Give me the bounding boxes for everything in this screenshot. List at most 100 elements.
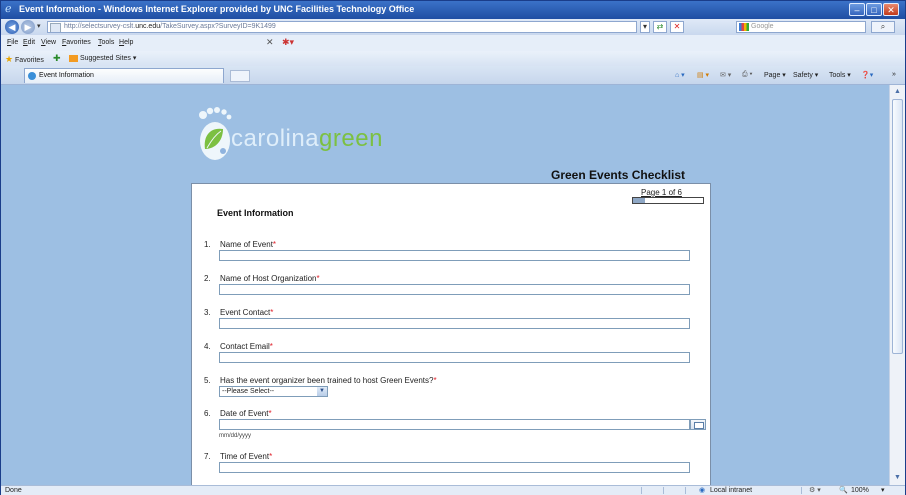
chevron-down-icon: ▼ bbox=[317, 387, 327, 396]
calendar-button[interactable] bbox=[690, 419, 706, 430]
question-text: Event Contact bbox=[220, 308, 271, 317]
vertical-scrollbar[interactable]: ▲ ▼ bbox=[889, 85, 905, 485]
question-number: 5. bbox=[204, 376, 211, 385]
intranet-icon: ◉ bbox=[699, 487, 706, 494]
status-text: Done bbox=[5, 487, 22, 494]
page-content: carolinagreen Green Events Checklist Pag… bbox=[1, 85, 889, 485]
safety-menu[interactable]: Safety ▾ bbox=[793, 71, 818, 79]
protected-mode-icon[interactable]: ⚙ ▾ bbox=[809, 486, 821, 495]
question-text: Name of Host Organization bbox=[220, 274, 317, 283]
print-icon[interactable]: ⎙ ▾ bbox=[742, 71, 753, 79]
favorites-button[interactable]: ★ Favorites bbox=[5, 54, 44, 65]
maximize-button[interactable]: □ bbox=[866, 3, 882, 16]
menu-file[interactable]: File bbox=[7, 39, 18, 46]
required-marker: * bbox=[268, 409, 272, 418]
page-menu[interactable]: Page ▾ bbox=[764, 71, 786, 79]
question-text: Contact Email bbox=[220, 342, 270, 351]
url-suffix: /TakeSurvey.aspx?SurveyID=9K1499 bbox=[160, 23, 276, 30]
required-marker: * bbox=[433, 376, 437, 385]
zoom-dropdown-icon[interactable]: ▾ bbox=[881, 486, 885, 495]
question-text: Has the event organizer been trained to … bbox=[220, 376, 434, 385]
scroll-thumb[interactable] bbox=[892, 99, 903, 354]
event-time-input[interactable] bbox=[219, 462, 690, 473]
close-x-icon[interactable]: ✕ bbox=[266, 37, 274, 48]
back-button[interactable]: ◀ bbox=[5, 20, 19, 34]
minimize-button[interactable]: – bbox=[849, 3, 865, 16]
menu-help[interactable]: Help bbox=[119, 39, 133, 46]
history-dropdown-icon[interactable]: ▾ bbox=[37, 22, 41, 30]
event-contact-input[interactable] bbox=[219, 318, 690, 329]
home-icon[interactable]: ⌂ ▾ bbox=[675, 71, 685, 79]
chevron-right-icon[interactable]: » bbox=[892, 71, 896, 78]
suggested-sites-label: Suggested Sites ▾ bbox=[79, 55, 137, 62]
tab-bar: Event Information ⌂ ▾ ▤ ▾ ✉ ▾ ⎙ ▾ Page ▾… bbox=[1, 66, 905, 85]
menu-edit[interactable]: Edit bbox=[23, 39, 35, 46]
question-text: Date of Event bbox=[220, 409, 269, 418]
favorites-label: Favorites bbox=[15, 57, 44, 64]
zoom-icon[interactable]: 🔍 bbox=[839, 486, 848, 495]
mail-icon[interactable]: ✉ ▾ bbox=[720, 71, 731, 79]
question-5-label: 5. Has the event organizer been trained t… bbox=[204, 376, 437, 385]
required-marker: * bbox=[272, 240, 277, 249]
question-1-label: 1. Name of Event* bbox=[204, 240, 276, 249]
menu-view[interactable]: View bbox=[41, 39, 56, 46]
window-title: Event Information - Windows Internet Exp… bbox=[19, 4, 415, 14]
status-divider bbox=[641, 487, 642, 494]
menu-bar: File Edit View Favorites Tools Help ✕ ✱▾ bbox=[1, 35, 905, 51]
address-input[interactable]: http://selectsurvey-cslt.unc.edu/TakeSur… bbox=[47, 21, 637, 33]
favorites-bar: ★ Favorites ✚ Suggested Sites ▾ bbox=[1, 51, 905, 67]
refresh-button[interactable]: ⇄ bbox=[653, 21, 667, 33]
suggested-sites-button[interactable]: Suggested Sites ▾ bbox=[69, 54, 136, 62]
question-2-label: 2. Name of Host Organization* bbox=[204, 274, 320, 283]
status-bar: Done ◉ Local intranet ⚙ ▾ 🔍 100% ▾ bbox=[1, 485, 905, 495]
tab-label: Event Information bbox=[39, 72, 94, 79]
tools-menu[interactable]: Tools ▾ bbox=[829, 71, 851, 79]
host-organization-input[interactable] bbox=[219, 284, 690, 295]
menu-tools[interactable]: Tools bbox=[98, 39, 114, 46]
forward-button[interactable]: ▶ bbox=[21, 20, 35, 34]
required-marker: * bbox=[269, 342, 273, 351]
section-title: Event Information bbox=[217, 208, 294, 218]
feeds-icon[interactable]: ▤ ▾ bbox=[697, 71, 709, 79]
contact-email-input[interactable] bbox=[219, 352, 690, 363]
scroll-up-icon[interactable]: ▲ bbox=[892, 86, 903, 97]
question-number: 3. bbox=[204, 308, 211, 317]
status-divider bbox=[685, 487, 686, 494]
status-divider bbox=[663, 487, 664, 494]
question-number: 6. bbox=[204, 409, 211, 418]
close-button[interactable]: ✕ bbox=[883, 3, 899, 16]
url-domain: unc.edu bbox=[135, 23, 161, 30]
search-button[interactable]: ⌕ bbox=[871, 21, 895, 33]
address-dropdown-icon[interactable]: ▾ bbox=[640, 21, 650, 33]
scroll-down-icon[interactable]: ▼ bbox=[892, 472, 903, 483]
addon-icon[interactable]: ✱▾ bbox=[282, 37, 294, 48]
event-name-input[interactable] bbox=[219, 250, 690, 261]
logo-text-carolina: carolina bbox=[231, 125, 320, 152]
address-toolbar: ◀ ▶ ▾ http://selectsurvey-cslt.unc.edu/T… bbox=[1, 19, 905, 35]
question-4-label: 4. Contact Email* bbox=[204, 342, 273, 351]
search-input[interactable]: Google bbox=[736, 21, 866, 33]
question-text: Name of Event bbox=[220, 240, 273, 249]
status-divider bbox=[801, 487, 802, 494]
suggested-sites-icon bbox=[69, 54, 78, 62]
menu-favorites[interactable]: Favorites bbox=[62, 39, 91, 46]
question-3-label: 3. Event Contact* bbox=[204, 308, 273, 317]
select-value: --Please Select-- bbox=[222, 388, 275, 395]
question-6-label: 6. Date of Event* bbox=[204, 409, 272, 418]
tab-event-information[interactable]: Event Information bbox=[24, 68, 224, 83]
add-favorite-icon[interactable]: ✚ bbox=[53, 53, 61, 64]
survey-form: Page 1 of 6 Event Information 1. Name of … bbox=[191, 183, 711, 485]
tab-favicon-icon bbox=[28, 72, 36, 80]
event-date-input[interactable] bbox=[219, 419, 690, 430]
date-format-hint: mm/dd/yyyy bbox=[219, 433, 252, 439]
question-number: 2. bbox=[204, 274, 211, 283]
calendar-icon bbox=[694, 422, 704, 429]
stop-button[interactable]: ✕ bbox=[670, 21, 684, 33]
progress-bar bbox=[632, 197, 704, 204]
page-icon bbox=[50, 23, 61, 32]
zoom-level[interactable]: 100% bbox=[851, 486, 869, 495]
help-icon[interactable]: ❓▾ bbox=[861, 71, 873, 79]
logo-wordmark: carolinagreen bbox=[231, 125, 383, 153]
trained-organizer-select[interactable]: --Please Select-- ▼ bbox=[219, 386, 328, 397]
new-tab-button[interactable] bbox=[230, 70, 250, 82]
